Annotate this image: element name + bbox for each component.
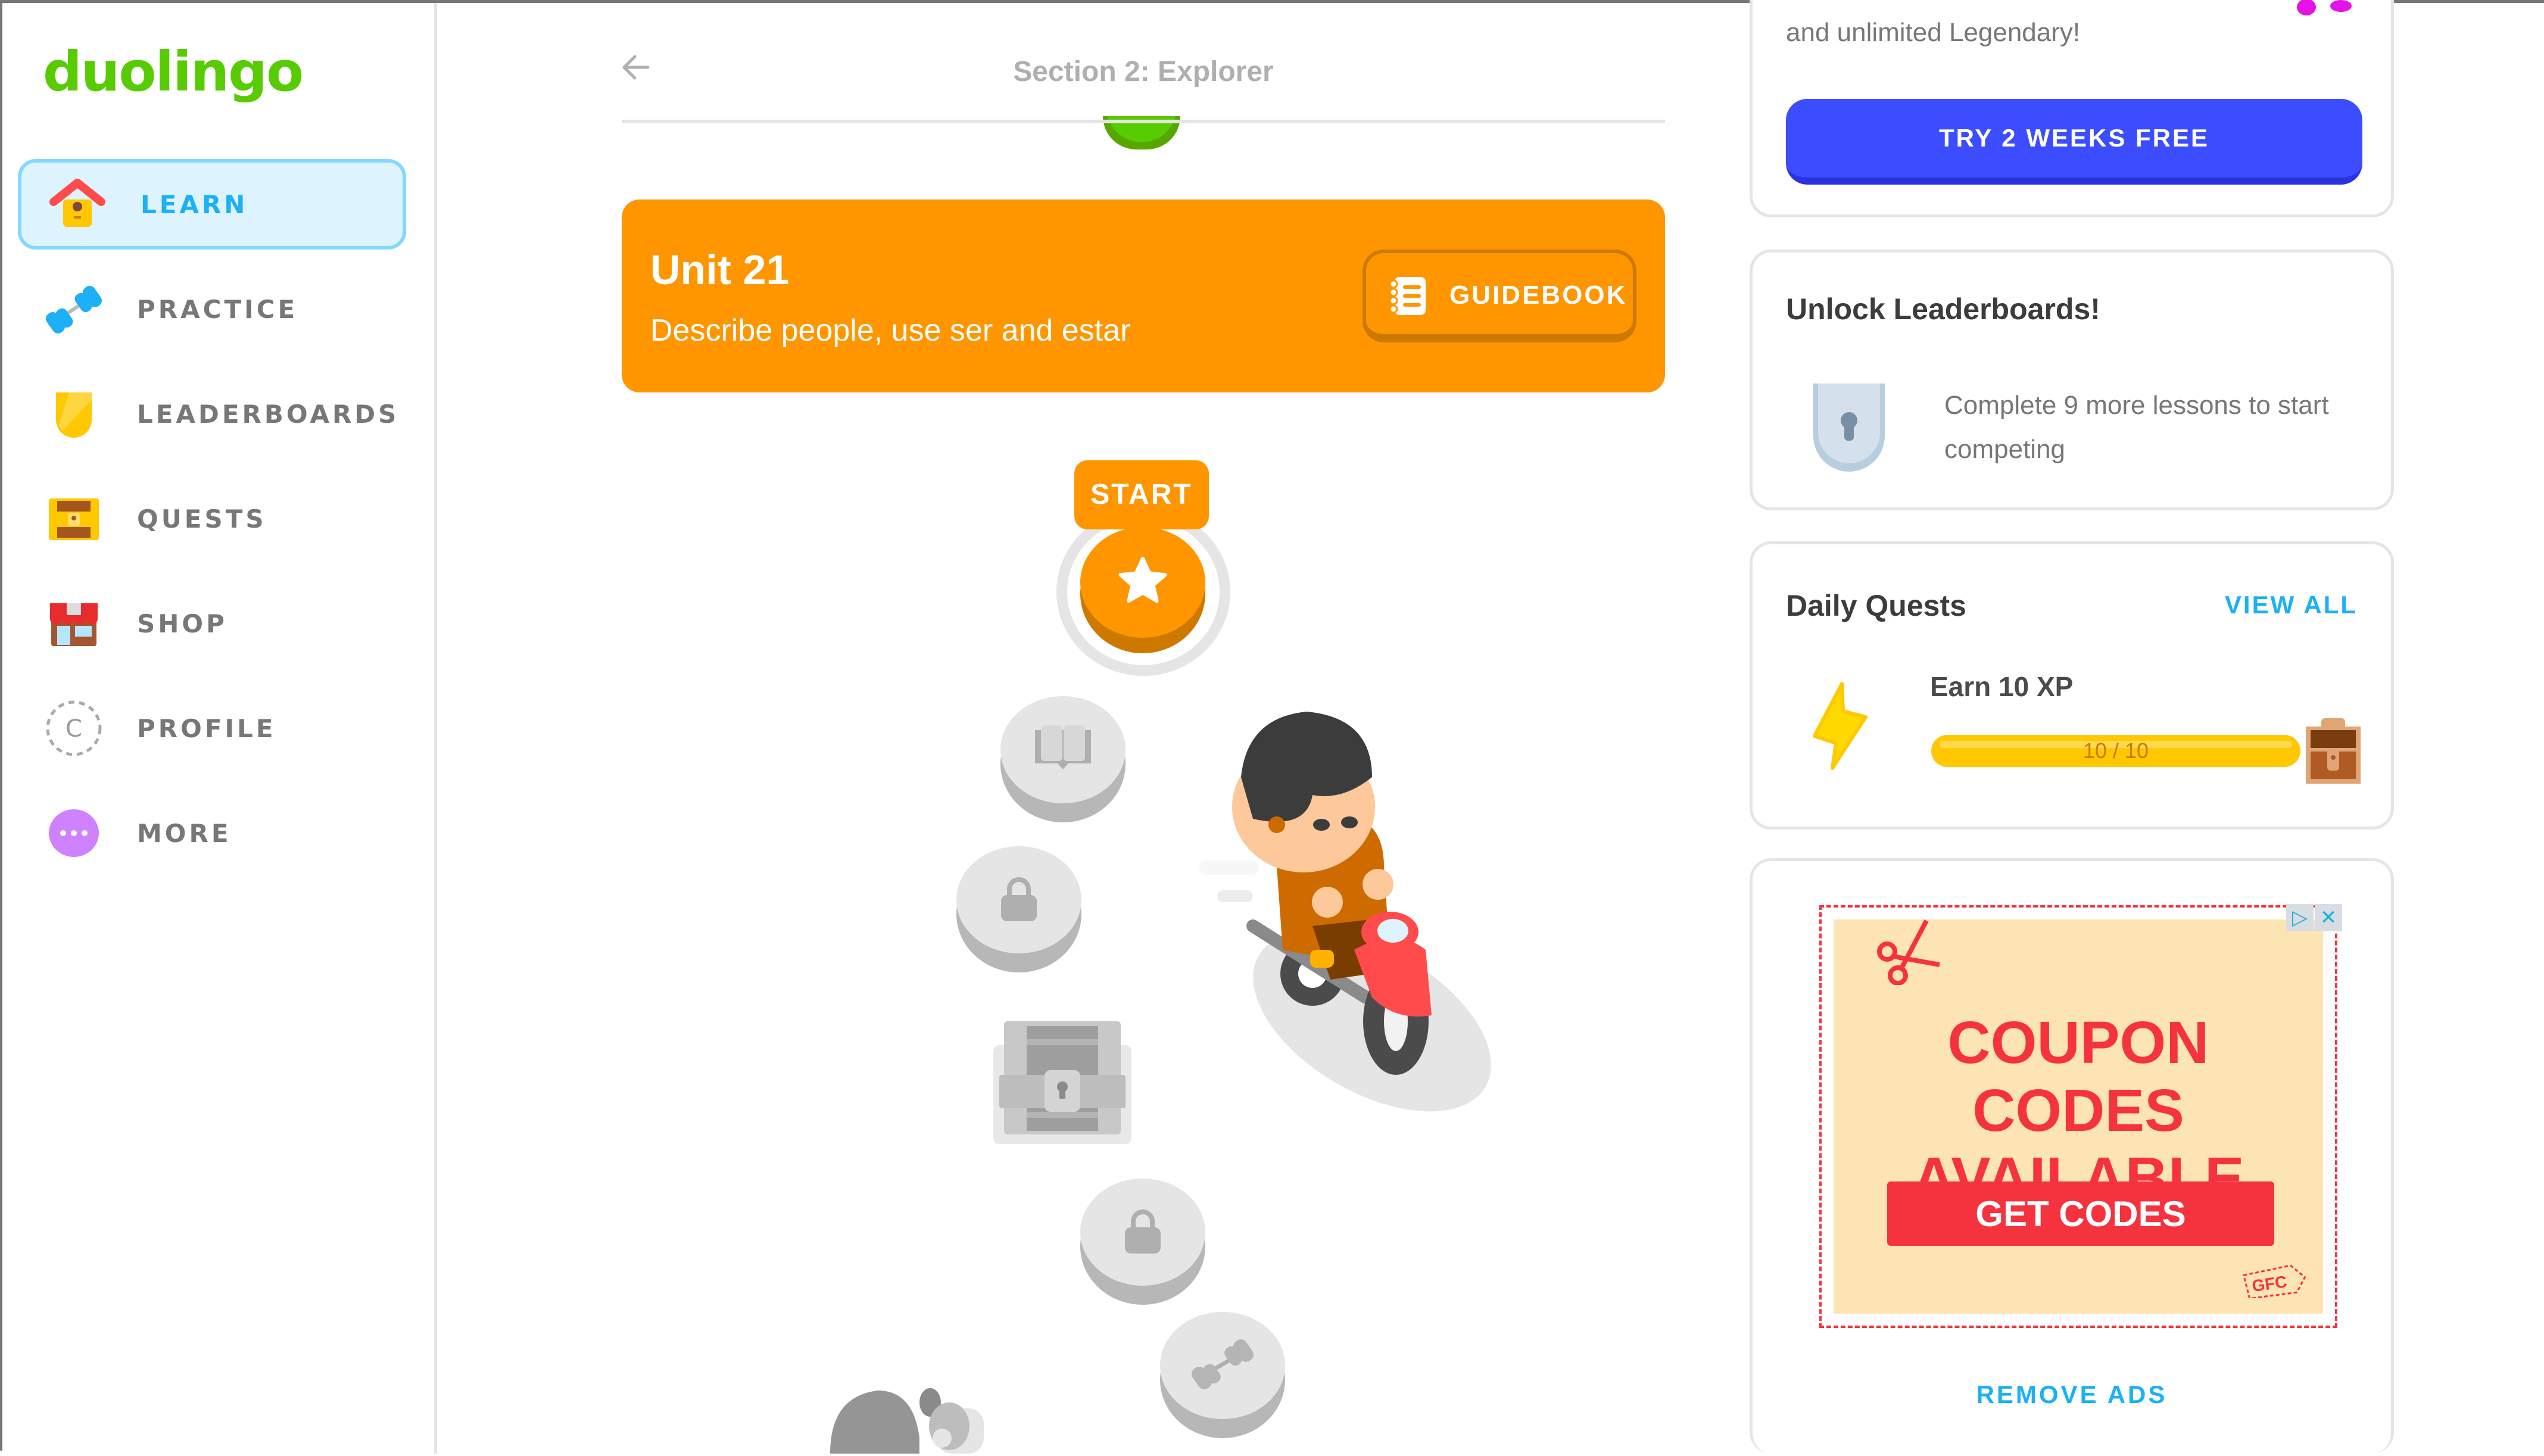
daily-quests-title: Daily Quests [1786,589,1966,622]
notebook-icon [1386,275,1429,317]
get-codes-label: GET CODES [1975,1193,2186,1234]
remove-ads-link[interactable]: REMOVE ADS [1753,1380,2391,1409]
current-lesson-node[interactable] [1080,527,1205,638]
sidebar: duolingo LEARN PRACTICE LEADERBOARDS QUE… [2,3,437,1454]
sidebar-item-label: MORE [137,818,232,848]
dumbbell-icon [45,280,102,338]
lock-icon [1124,1207,1162,1257]
lesson-node-locked[interactable] [1080,1178,1205,1305]
get-codes-button[interactable]: GET CODES [1887,1181,2274,1246]
shield-icon [45,385,102,442]
sidebar-item-quests[interactable]: QUESTS [18,473,406,564]
house-icon [49,176,106,233]
node-face [1160,1312,1285,1419]
sidebar-item-label: PRACTICE [137,294,298,324]
guidebook-label: GUIDEBOOK [1449,280,1628,310]
ad-background: COUPON CODES AVAILABLE GET CODES GFC [1834,919,2323,1314]
try-free-button[interactable]: TRY 2 WEEKS FREE [1786,99,2362,185]
sidebar-item-label: LEADERBOARDS [137,399,400,429]
lesson-node-locked[interactable] [956,846,1081,972]
node-face [1080,1178,1205,1286]
treasure-chest-icon [45,490,102,547]
reward-chest-icon [2303,718,2363,784]
node-face [956,846,1081,953]
character-illustration [1193,712,1503,1117]
ad-banner[interactable]: COUPON CODES AVAILABLE GET CODES GFC ▷ ✕ [1819,904,2342,1328]
super-promo-card: and unlimited Legendary! TRY 2 WEEKS FRE… [1750,0,2394,217]
ad-close-icon[interactable]: ✕ [2315,904,2342,931]
unit-description: Describe people, use ser and estar [650,313,1131,348]
try-free-label: TRY 2 WEEKS FREE [1938,124,2210,152]
unit-title: Unit 21 [650,247,790,293]
shop-icon [45,595,102,652]
avatar-letter: C [66,715,82,743]
unit-banner: Unit 21 Describe people, use ser and est… [622,199,1665,392]
leaderboards-title: Unlock Leaderboards! [1786,292,2100,326]
sidebar-item-label: PROFILE [137,713,276,743]
section-title: Section 2: Explorer [1013,56,1274,88]
ad-logo-text: GFC [2251,1272,2289,1295]
quest-name: Earn 10 XP [1930,671,2074,702]
quest-progress-text: 10 / 10 [2082,738,2149,763]
confetti-decoration [2289,0,2360,15]
leaderboards-text: Complete 9 more lessons to start competi… [1944,391,2329,464]
book-icon [1030,722,1096,778]
ad-card: COUPON CODES AVAILABLE GET CODES GFC ▷ ✕… [1750,858,2394,1454]
sidebar-item-label: LEARN [141,189,248,219]
daily-quests-card: Daily Quests VIEW ALL Earn 10 XP 10 / 10 [1750,541,2394,830]
dumbbell-icon [1190,1337,1255,1393]
ad-brand-logo: GFC [2242,1264,2308,1300]
scissors-icon [1869,919,1953,986]
guidebook-button[interactable]: GUIDEBOOK [1363,250,1636,342]
ad-choices: ▷ ✕ [2286,904,2343,933]
leaderboards-card: Unlock Leaderboards! Complete 9 more les… [1750,250,2394,510]
ad-choices-icon[interactable]: ▷ [2286,904,2314,931]
locked-shield-icon [1810,381,1888,472]
sidebar-item-shop[interactable]: SHOP [18,578,406,669]
star-icon [1114,553,1171,612]
practice-node-locked[interactable] [1160,1312,1285,1438]
sidebar-item-label: QUESTS [137,504,267,534]
sidebar-item-leaderboards[interactable]: LEADERBOARDS [18,369,406,459]
start-tooltip[interactable]: START [1074,460,1209,539]
avatar-icon: C [45,700,102,757]
ad-headline-line1: COUPON CODES [1947,1009,2209,1144]
sidebar-item-label: SHOP [137,609,227,638]
locked-character-illustration [824,1373,1021,1454]
chest-node-locked[interactable] [993,1021,1131,1144]
sidebar-item-practice[interactable]: PRACTICE [18,264,406,354]
lightning-bolt-icon [1806,681,1872,771]
story-node-locked[interactable] [1000,696,1126,822]
header-divider [622,120,1665,123]
lock-icon [1000,875,1038,925]
start-label: START [1090,479,1193,510]
more-icon [45,805,102,862]
super-promo-text: and unlimited Legendary! [1786,18,2081,47]
sidebar-item-more[interactable]: MORE [18,788,406,878]
sidebar-item-learn[interactable]: LEARN [18,159,406,250]
duolingo-logo[interactable]: duolingo [43,40,304,104]
sidebar-item-profile[interactable]: C PROFILE [18,683,406,774]
view-all-link[interactable]: VIEW ALL [2225,591,2358,619]
node-face [1000,696,1126,803]
